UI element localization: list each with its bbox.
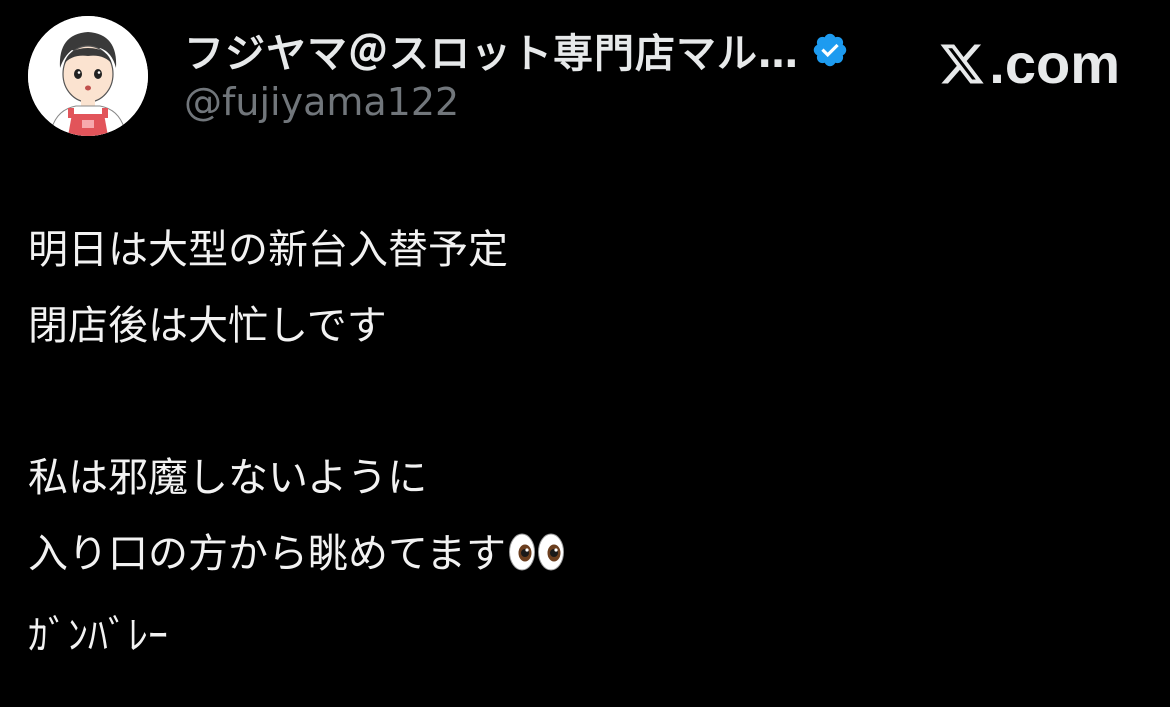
- tweet-line: ｶﾞﾝﾊﾞﾚｰ: [28, 613, 168, 659]
- cartoon-person-avatar-icon[interactable]: [28, 16, 148, 136]
- tweet-header: フジヤマ＠スロット専門店マル… @fujiyama122 .com: [28, 16, 1148, 136]
- brand-domain-text: .com: [989, 32, 1120, 95]
- tweet-line-with-emoji: 入り口の方から眺めてます: [28, 516, 566, 598]
- tweet-line: 私は邪魔しないように: [28, 455, 428, 501]
- eyes-emoji-icon: [508, 522, 566, 598]
- verified-badge-icon: [811, 31, 849, 69]
- tweet-text: 明日は大型の新台入替予定 閉店後は大忙しです 私は邪魔しないように 入り口の方か…: [28, 212, 566, 674]
- tweet-line: 閉店後は大忙しです: [28, 303, 387, 349]
- display-name[interactable]: フジヤマ＠スロット専門店マル…: [184, 21, 799, 79]
- x-logo-icon: [937, 40, 987, 88]
- brand-watermark: .com: [937, 36, 1120, 92]
- account-name-row[interactable]: フジヤマ＠スロット専門店マル…: [184, 22, 849, 78]
- account-handle[interactable]: @fujiyama122: [184, 80, 459, 124]
- tweet-line: 明日は大型の新台入替予定: [28, 227, 508, 273]
- tweet-line: 入り口の方から眺めてます: [28, 531, 506, 577]
